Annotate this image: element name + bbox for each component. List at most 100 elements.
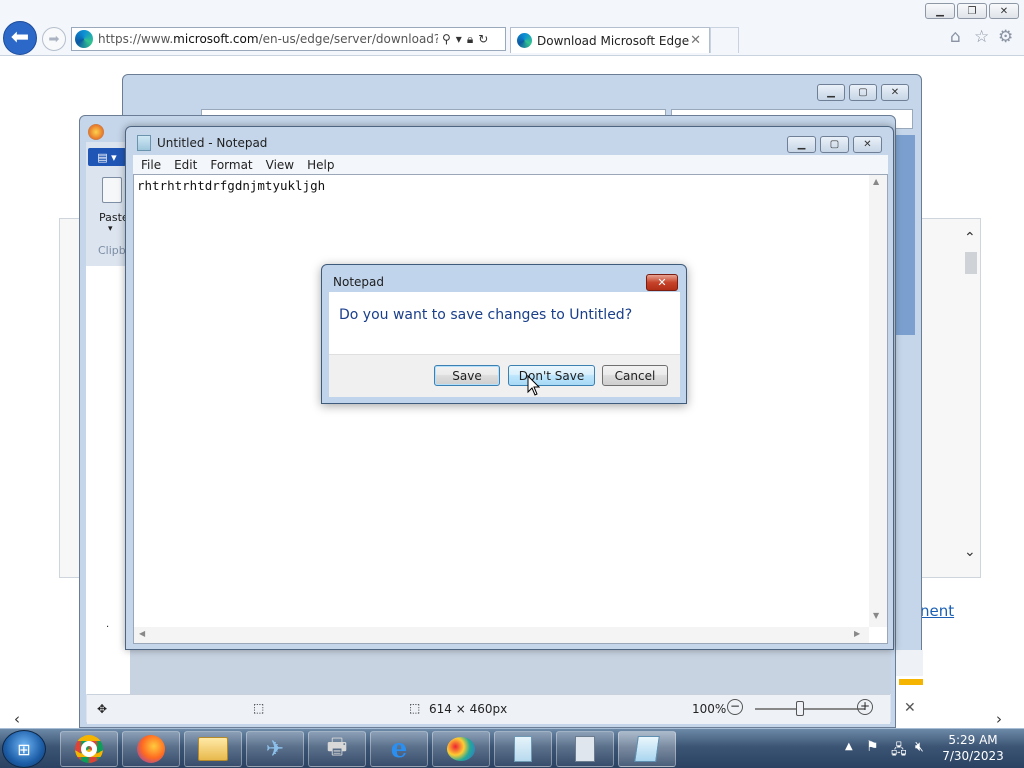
back-button[interactable]: ⬅ xyxy=(3,21,37,55)
taskbar-printer[interactable]: 🖶 xyxy=(308,731,366,767)
close-icon[interactable]: ✕ xyxy=(904,700,916,716)
favorites-star-icon[interactable]: ☆ xyxy=(974,27,989,47)
clipboard-icon[interactable] xyxy=(102,177,122,203)
menu-format[interactable]: Format xyxy=(210,158,252,172)
clock-date: 7/30/2023 xyxy=(942,749,1004,763)
scroll-down-icon[interactable]: ▼ xyxy=(873,611,879,620)
tab-title: Download Microsoft Edge xyxy=(537,33,690,48)
edge-icon xyxy=(75,30,93,48)
volume-muted-icon[interactable]: 🔇︎ xyxy=(915,739,924,755)
url-text[interactable]: https://www.microsoft.com/en-us/edge/ser… xyxy=(98,32,438,46)
selection-size-icon: ⬚ xyxy=(253,701,265,715)
refresh-icon[interactable]: ↻ xyxy=(478,32,488,47)
ie-icon: e xyxy=(390,734,408,764)
page-link[interactable]: nent xyxy=(920,602,954,620)
dropdown-icon[interactable]: ▾ xyxy=(108,224,113,234)
browser-minimize-button[interactable]: ▁ xyxy=(925,3,955,19)
taskbar-tablet[interactable] xyxy=(494,731,552,767)
edge-tab-icon xyxy=(517,33,532,48)
chrome-icon xyxy=(75,735,103,763)
bg-minimize-button[interactable]: ▁ xyxy=(817,84,845,101)
notepad-minimize-button[interactable]: ▁ xyxy=(787,136,816,153)
address-bar[interactable]: https://www.microsoft.com/en-us/edge/ser… xyxy=(71,27,506,51)
notepad-title: Untitled - Notepad xyxy=(157,136,268,150)
taskbar-ie[interactable]: e xyxy=(370,731,428,767)
taskbar-notepad[interactable] xyxy=(618,731,676,767)
scroll-thumb[interactable] xyxy=(965,252,977,274)
zoom-slider[interactable] xyxy=(755,708,865,710)
bg-side-panel xyxy=(895,135,915,335)
menu-help[interactable]: Help xyxy=(307,158,334,172)
save-button-label: Save xyxy=(452,368,482,383)
paint-menu-button[interactable]: ▤ ▾ xyxy=(88,148,126,166)
cancel-button[interactable]: Cancel xyxy=(602,365,668,386)
browser-restore-button[interactable]: ❐ xyxy=(957,3,987,19)
notepad-maximize-button[interactable]: ▢ xyxy=(820,136,849,153)
taskbar-mail[interactable]: ✈ xyxy=(246,731,304,767)
taskbar-firefox[interactable] xyxy=(122,731,180,767)
lock-icon[interactable]: 🔒︎ xyxy=(467,32,473,47)
tray-clock[interactable]: 5:29 AM 7/30/2023 xyxy=(938,732,1008,764)
network-icon[interactable]: 🖧 xyxy=(891,739,907,763)
windows-logo-icon: ⊞ xyxy=(17,739,31,759)
taskbar-calculator[interactable] xyxy=(556,731,614,767)
scroll-right-icon[interactable]: › xyxy=(996,710,1002,728)
notepad-close-button[interactable]: ✕ xyxy=(853,136,882,153)
taskbar-paint[interactable] xyxy=(432,731,490,767)
paint-app-icon[interactable] xyxy=(88,124,104,140)
printer-icon: 🖶 xyxy=(326,735,348,760)
notepad-content: rhtrhtrhtdrfgdnjmtyukljgh xyxy=(137,178,326,193)
dialog-close-button[interactable]: ✕ xyxy=(646,274,678,291)
page-scrollbar[interactable]: ⌃ ⌄ xyxy=(962,222,980,572)
bg-progress-strip xyxy=(899,679,923,685)
url-domain: microsoft.com xyxy=(173,32,259,46)
taskbar-explorer[interactable] xyxy=(184,731,242,767)
notepad-vscrollbar[interactable]: ▲ ▼ xyxy=(869,175,887,627)
dont-save-button[interactable]: Don't Save xyxy=(508,365,595,386)
firefox-icon xyxy=(137,735,165,763)
zoom-out-button[interactable]: − xyxy=(727,699,743,715)
forward-button[interactable]: ➡ xyxy=(42,27,66,51)
save-button[interactable]: Save xyxy=(434,365,500,386)
forward-arrow-icon: ➡ xyxy=(48,31,60,47)
save-changes-dialog: Notepad ✕ Do you want to save changes to… xyxy=(321,264,687,404)
dialog-message: Do you want to save changes to Untitled? xyxy=(339,307,633,323)
scroll-right-icon[interactable]: ▶ xyxy=(854,629,860,638)
mail-icon: ✈ xyxy=(265,736,285,762)
dialog-title: Notepad xyxy=(333,275,384,289)
start-button[interactable]: ⊞ xyxy=(2,730,46,768)
menu-file[interactable]: File xyxy=(141,158,161,172)
clock-time: 5:29 AM xyxy=(948,733,998,747)
taskbar-chrome[interactable] xyxy=(60,731,118,767)
scroll-down-icon[interactable]: ⌄ xyxy=(964,544,976,560)
mouse-cursor-icon xyxy=(527,375,540,396)
move-cursor-icon: ✥ xyxy=(97,702,108,716)
tab-download-edge[interactable]: Download Microsoft Edge ✕ xyxy=(510,27,710,53)
scroll-up-icon[interactable]: ⌃ xyxy=(964,230,976,246)
paint-palette-icon xyxy=(447,737,475,761)
canvas-dot: · xyxy=(106,622,110,633)
zoom-in-button[interactable]: + xyxy=(857,699,873,715)
dropdown-icon[interactable]: ▾ xyxy=(456,32,462,47)
menu-view[interactable]: View xyxy=(266,158,294,172)
search-icon[interactable]: ⚲ xyxy=(442,32,451,47)
scroll-up-icon[interactable]: ▲ xyxy=(873,177,879,186)
notepad-text-area[interactable]: rhtrhtrhtdrfgdnjmtyukljgh ▲ ▼ ◀ ▶ xyxy=(133,174,888,644)
notepad-hscrollbar[interactable]: ◀ ▶ xyxy=(134,627,869,643)
menu-edit[interactable]: Edit xyxy=(174,158,197,172)
bg-maximize-button[interactable]: ▢ xyxy=(849,84,877,101)
home-icon[interactable]: ⌂ xyxy=(950,27,961,47)
new-tab-button[interactable] xyxy=(710,27,739,53)
action-center-icon[interactable]: ⚑ xyxy=(866,739,879,755)
bg-close-button[interactable]: ✕ xyxy=(881,84,909,101)
close-icon: ✕ xyxy=(657,276,667,289)
zoom-slider-thumb[interactable] xyxy=(796,701,804,716)
calculator-icon xyxy=(575,736,595,762)
scroll-left-icon[interactable]: ‹ xyxy=(14,710,20,728)
tray-expand-icon[interactable]: ▲ xyxy=(845,741,853,752)
browser-close-button[interactable]: ✕ xyxy=(989,3,1019,19)
settings-gear-icon[interactable]: ⚙ xyxy=(998,27,1013,47)
close-tab-icon[interactable]: ✕ xyxy=(690,33,701,48)
notepad-app-icon[interactable] xyxy=(137,135,151,151)
scroll-left-icon[interactable]: ◀ xyxy=(139,629,145,638)
